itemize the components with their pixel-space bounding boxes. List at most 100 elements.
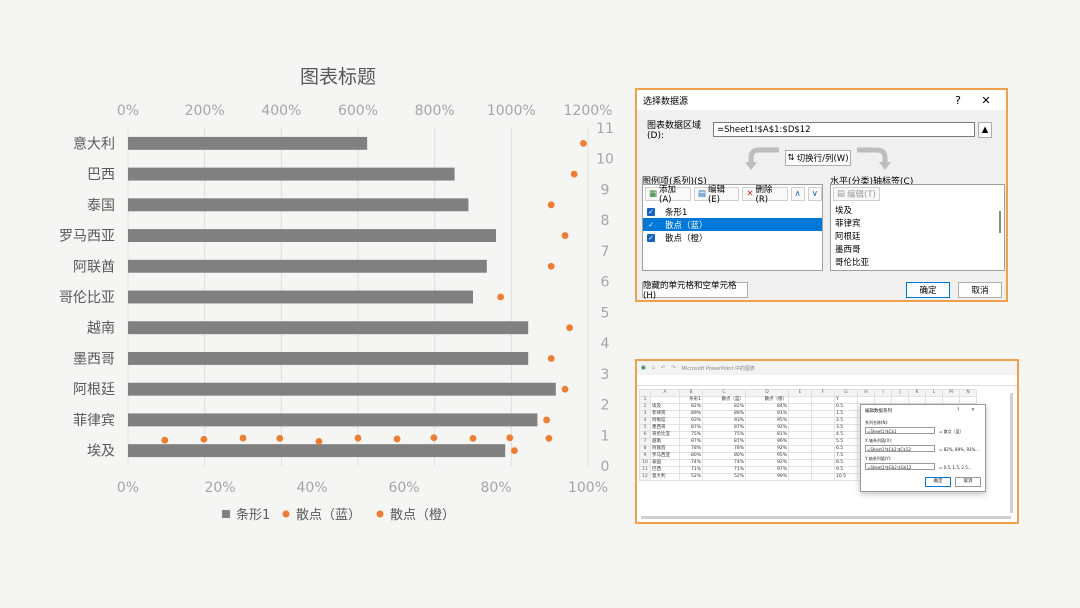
row-header[interactable]: 5 (639, 424, 651, 432)
cell[interactable]: 75% (702, 431, 746, 439)
cell[interactable] (788, 438, 812, 446)
cell[interactable]: 99% (745, 473, 789, 481)
cell[interactable]: 52% (679, 473, 703, 481)
cell[interactable]: 散点（蓝） (702, 396, 746, 404)
cell[interactable] (811, 431, 835, 439)
cell[interactable] (788, 431, 812, 439)
cell[interactable]: 哥伦比亚 (650, 431, 680, 439)
cell[interactable]: 4.5 (834, 431, 858, 439)
cell[interactable]: 82% (679, 403, 703, 411)
column-header[interactable]: D (745, 389, 789, 397)
row-header[interactable]: 1 (639, 396, 651, 404)
redo-icon[interactable]: ↷ (671, 365, 675, 371)
formula-bar[interactable] (637, 375, 1017, 386)
row-header[interactable]: 4 (639, 417, 651, 425)
cell[interactable] (811, 466, 835, 474)
column-header[interactable]: G (834, 389, 858, 397)
column-header[interactable]: E (788, 389, 812, 397)
row-header[interactable]: 11 (639, 466, 651, 474)
row-header[interactable]: 8 (639, 445, 651, 453)
cell[interactable]: 罗马西亚 (650, 452, 680, 460)
axis-item[interactable]: 埃及 (831, 203, 1004, 216)
cell[interactable]: 80% (679, 452, 703, 460)
cell[interactable] (788, 417, 812, 425)
edit-series-cancel-button[interactable]: 取消 (955, 477, 981, 487)
cell[interactable]: 泰国 (650, 459, 680, 467)
close-icon[interactable]: ✕ (971, 408, 975, 413)
cell[interactable] (811, 459, 835, 467)
cell[interactable]: 89% (702, 410, 746, 418)
add-series-button[interactable]: ▦ 添加(A) (645, 185, 691, 205)
row-header[interactable]: 6 (639, 431, 651, 439)
cell[interactable]: 阿根廷 (650, 417, 680, 425)
column-header[interactable]: B (679, 389, 703, 397)
cell[interactable]: 93% (702, 417, 746, 425)
cell[interactable]: 埃及 (650, 403, 680, 411)
cell[interactable] (788, 466, 812, 474)
column-header[interactable]: C (702, 389, 746, 397)
cell[interactable] (811, 396, 835, 404)
checkbox-icon[interactable]: ✓ (647, 220, 655, 229)
hidden-cells-button[interactable]: 隐藏的单元格和空单元格(H) (642, 281, 748, 301)
series-item[interactable]: ✓ 条形1 (643, 205, 822, 218)
column-header[interactable]: K (908, 389, 926, 397)
remove-series-button[interactable]: ✕ 删除(R) (742, 185, 788, 205)
horizontal-scrollbar[interactable] (641, 516, 1011, 519)
column-header[interactable]: I (874, 389, 892, 397)
cell[interactable] (925, 396, 943, 404)
column-header[interactable]: A (650, 389, 680, 397)
cell[interactable]: 散点（橙） (745, 396, 789, 404)
row-header[interactable]: 3 (639, 410, 651, 418)
cell[interactable]: 52% (702, 473, 746, 481)
cell[interactable] (811, 403, 835, 411)
cell[interactable]: 93% (679, 417, 703, 425)
cell[interactable]: 3.5 (834, 424, 858, 432)
x-values-field[interactable]: =Sheet1!$C$2:$C$12 (865, 445, 935, 452)
cell[interactable] (811, 417, 835, 425)
cell[interactable]: 95% (745, 452, 789, 460)
series-name-field[interactable]: =Sheet1!$C$1 (865, 427, 935, 434)
range-collapse-button[interactable]: ▲ (978, 121, 992, 138)
cell[interactable]: 84% (745, 403, 789, 411)
cell[interactable]: Y (834, 396, 858, 404)
cell[interactable]: 阿联酋 (650, 445, 680, 453)
cell[interactable] (788, 424, 812, 432)
column-header[interactable] (639, 389, 651, 397)
cell[interactable] (891, 396, 909, 404)
cell[interactable]: 89% (679, 410, 703, 418)
cell[interactable] (874, 396, 892, 404)
cell[interactable]: 87% (679, 438, 703, 446)
cell[interactable]: 71% (702, 466, 746, 474)
cell[interactable]: 74% (679, 459, 703, 467)
cell[interactable]: 9.5 (834, 466, 858, 474)
close-button[interactable]: ✕ (972, 94, 1000, 107)
cell[interactable]: 74% (702, 459, 746, 467)
edit-series-ok-button[interactable]: 确定 (925, 477, 951, 487)
row-header[interactable]: 2 (639, 403, 651, 411)
cell[interactable]: 越南 (650, 438, 680, 446)
cell[interactable]: 巴西 (650, 466, 680, 474)
cell[interactable] (788, 473, 812, 481)
cell[interactable]: 菲律宾 (650, 410, 680, 418)
cell[interactable]: 96% (745, 438, 789, 446)
series-item-selected[interactable]: ✓ 散点（蓝） (643, 218, 822, 231)
cell[interactable]: 92% (745, 459, 789, 467)
cell[interactable] (811, 424, 835, 432)
cell[interactable]: 71% (679, 466, 703, 474)
column-header[interactable]: N (959, 389, 977, 397)
cell[interactable] (811, 410, 835, 418)
column-header[interactable]: H (857, 389, 875, 397)
cell[interactable]: 87% (679, 424, 703, 432)
axis-item[interactable]: 菲律宾 (831, 216, 1004, 229)
cell[interactable]: 7.5 (834, 452, 858, 460)
cell[interactable]: 91% (745, 410, 789, 418)
cell[interactable]: 78% (702, 445, 746, 453)
cell[interactable]: 8.5 (834, 459, 858, 467)
cell[interactable]: 78% (679, 445, 703, 453)
cell[interactable]: 0.5 (834, 403, 858, 411)
ok-button[interactable]: 确定 (906, 282, 950, 298)
cell[interactable]: 87% (702, 424, 746, 432)
cell[interactable] (811, 473, 835, 481)
cell[interactable] (811, 445, 835, 453)
cell[interactable]: 6.5 (834, 445, 858, 453)
